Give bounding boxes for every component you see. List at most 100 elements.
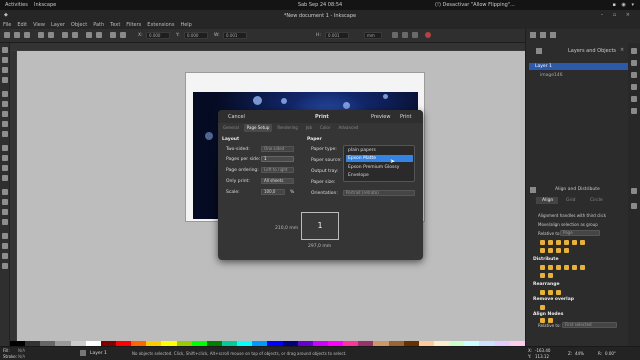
mesh-tool-icon[interactable]: [2, 199, 8, 205]
window-controls[interactable]: – ▫ ×: [601, 12, 634, 18]
layer-row[interactable]: Layer 1: [535, 64, 552, 69]
raise-icon[interactable]: [110, 32, 116, 38]
h-field[interactable]: 0.001: [325, 32, 349, 39]
distribute-icon[interactable]: [548, 265, 553, 270]
vertical-ruler[interactable]: [10, 51, 17, 346]
swatches-icon[interactable]: [631, 203, 637, 209]
tweak-tool-icon[interactable]: [2, 233, 8, 239]
snap-icon[interactable]: [425, 32, 431, 38]
dock-tool-icon[interactable]: [550, 32, 556, 38]
unit-select[interactable]: mm: [364, 32, 382, 39]
zoom-tool-icon[interactable]: [2, 67, 8, 73]
gradient-tool-icon[interactable]: [2, 189, 8, 195]
layer-visibility-icon[interactable]: [80, 350, 86, 356]
option-epson-matte[interactable]: Epson Matte: [346, 155, 413, 162]
distribute-icon[interactable]: [540, 273, 545, 278]
object-row[interactable]: image146: [540, 73, 563, 78]
new-document-icon[interactable]: [4, 32, 10, 38]
rectangle-tool-icon[interactable]: [2, 91, 8, 97]
node-tool-icon[interactable]: [2, 57, 8, 63]
save-icon[interactable]: [24, 32, 30, 38]
paint-bucket-tool-icon[interactable]: [2, 219, 8, 225]
close-icon[interactable]: ×: [620, 47, 624, 53]
system-tray-icons[interactable]: ▪ ◉ ▾: [613, 2, 636, 8]
align-hint-handles[interactable]: Alignment handles with third click: [538, 213, 606, 218]
cancel-button[interactable]: Cancel: [228, 114, 245, 120]
current-layer[interactable]: Layer 1: [90, 351, 107, 356]
box3d-tool-icon[interactable]: [2, 101, 8, 107]
preview-button[interactable]: Preview: [371, 114, 390, 120]
align-bottom-icon[interactable]: [580, 240, 585, 245]
tab-grid[interactable]: Grid: [566, 198, 575, 203]
symbols-icon[interactable]: [631, 188, 637, 194]
align-top-icon[interactable]: [564, 240, 569, 245]
align-anchor-icon[interactable]: [540, 248, 545, 253]
rotate-cw-icon[interactable]: [72, 32, 78, 38]
menu-help[interactable]: Help: [180, 22, 191, 28]
distribute-icon[interactable]: [580, 265, 585, 270]
menu-filters[interactable]: Filters: [126, 22, 141, 28]
menu-text[interactable]: Text: [110, 22, 120, 28]
menu-edit[interactable]: Edit: [17, 22, 27, 28]
scale-corners-icon[interactable]: [412, 32, 418, 38]
calligraphy-tool-icon[interactable]: [2, 165, 8, 171]
layers-tab-icon[interactable]: [536, 48, 542, 54]
align-panel-title[interactable]: Align and Distribute: [555, 187, 600, 192]
align-icon[interactable]: [631, 72, 637, 78]
rotation-field[interactable]: 0.00°: [605, 351, 616, 356]
pencil-tool-icon[interactable]: [2, 145, 8, 151]
select-all-icon[interactable]: [38, 32, 44, 38]
flip-horizontal-icon[interactable]: [86, 32, 92, 38]
open-icon[interactable]: [14, 32, 20, 38]
w-field[interactable]: 0.001: [223, 32, 247, 39]
two-sided-select[interactable]: One sided: [261, 146, 294, 152]
align-anchor-icon[interactable]: [564, 248, 569, 253]
eraser-tool-icon[interactable]: [2, 253, 8, 259]
menu-path[interactable]: Path: [93, 22, 104, 28]
x-field[interactable]: 0.000: [146, 32, 170, 39]
lock-icon[interactable]: [392, 32, 398, 38]
tab-page-setup[interactable]: Page Setup: [243, 124, 273, 132]
select-all-layers-icon[interactable]: [48, 32, 54, 38]
nodes-relative-select[interactable]: First selected: [562, 322, 617, 328]
stroke-value[interactable]: N/A: [18, 354, 25, 359]
menu-object[interactable]: Object: [71, 22, 87, 28]
align-anchor-icon[interactable]: [548, 248, 553, 253]
y-field[interactable]: 0.000: [184, 32, 208, 39]
menu-extensions[interactable]: Extensions: [147, 22, 174, 28]
menu-layer[interactable]: Layer: [51, 22, 65, 28]
flip-vertical-icon[interactable]: [96, 32, 102, 38]
align-right-icon[interactable]: [556, 240, 561, 245]
tab-job[interactable]: Job: [303, 124, 315, 132]
tab-color[interactable]: Color: [317, 124, 333, 132]
tab-advanced[interactable]: Advanced: [335, 124, 361, 132]
tab-rendering[interactable]: Rendering: [274, 124, 300, 132]
menu-view[interactable]: View: [33, 22, 45, 28]
align-anchor-icon[interactable]: [556, 248, 561, 253]
dock-tool-icon[interactable]: [540, 32, 546, 38]
relative-to-select[interactable]: Page: [560, 230, 600, 236]
distribute-icon[interactable]: [564, 265, 569, 270]
pen-tool-icon[interactable]: [2, 155, 8, 161]
tab-general[interactable]: General: [220, 124, 242, 132]
align-center-icon[interactable]: [548, 240, 553, 245]
rearrange-icon[interactable]: [548, 290, 553, 295]
rearrange-icon[interactable]: [540, 290, 545, 295]
star-tool-icon[interactable]: [2, 121, 8, 127]
dropper-tool-icon[interactable]: [2, 209, 8, 215]
distribute-icon[interactable]: [556, 265, 561, 270]
spiral-tool-icon[interactable]: [2, 131, 8, 137]
option-plain-papers[interactable]: plain papers: [346, 147, 413, 154]
distribute-icon[interactable]: [540, 265, 545, 270]
transform-icon[interactable]: [631, 96, 637, 102]
align-hint-group[interactable]: Move/align selection as group: [538, 222, 598, 227]
remove-overlap-icon[interactable]: [540, 305, 545, 310]
tab-circle[interactable]: Circle: [590, 198, 603, 203]
xml-editor-icon[interactable]: [631, 108, 637, 114]
clock[interactable]: Sab Sep 24 08:54: [0, 2, 640, 8]
menu-file[interactable]: File: [3, 22, 11, 28]
layers-icon[interactable]: [631, 60, 637, 66]
selector-tool-icon[interactable]: [2, 47, 8, 53]
scale-field[interactable]: 100,0: [261, 189, 285, 195]
zoom-field[interactable]: 44%: [575, 351, 584, 356]
